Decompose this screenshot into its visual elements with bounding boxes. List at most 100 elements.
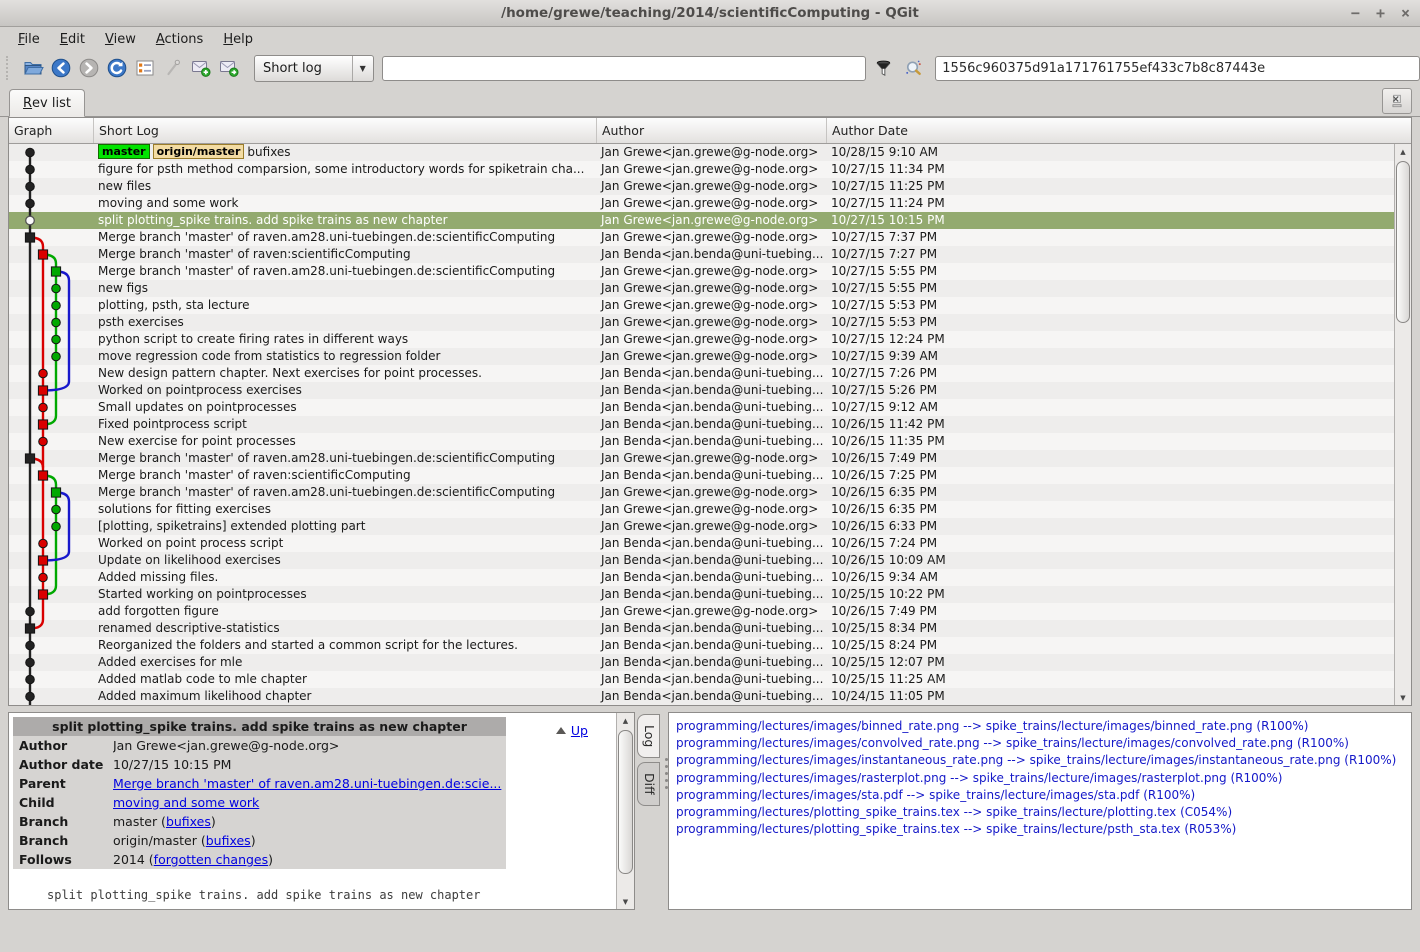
rev-list-row[interactable]: psth exercisesJan Grewe<jan.grewe@g-node… bbox=[9, 314, 1394, 331]
revlist-scrollbar[interactable]: ▲ ▼ bbox=[1394, 144, 1411, 705]
rev-list-row[interactable]: move regression code from statistics to … bbox=[9, 348, 1394, 365]
commit-link[interactable]: bufixes bbox=[206, 833, 251, 848]
back-button[interactable] bbox=[48, 55, 75, 82]
rev-list-row[interactable]: Merge branch 'master' of raven.am28.uni-… bbox=[9, 263, 1394, 280]
forward-button[interactable] bbox=[76, 55, 103, 82]
scroll-down-icon[interactable]: ▼ bbox=[1395, 690, 1411, 705]
column-header-author[interactable]: Author bbox=[597, 118, 827, 143]
reload-button[interactable] bbox=[104, 55, 131, 82]
column-header-short-log[interactable]: Short Log bbox=[94, 118, 597, 143]
file-rename-item[interactable]: programming/lectures/images/instantaneou… bbox=[676, 752, 1411, 769]
commit-message: split plotting_spike trains. add spike t… bbox=[47, 888, 480, 902]
column-header-graph[interactable]: Graph bbox=[9, 118, 94, 143]
commit-link[interactable]: forgotten changes bbox=[154, 852, 268, 867]
minimize-button[interactable]: − bbox=[1351, 6, 1360, 21]
side-tab-diff[interactable]: Diff bbox=[637, 762, 660, 806]
rev-list-row[interactable]: Added maximum likelihood chapterJan Bend… bbox=[9, 688, 1394, 705]
search-input[interactable] bbox=[382, 56, 867, 81]
scroll-up-icon[interactable]: ▲ bbox=[1395, 144, 1411, 159]
short-log-cell: Merge branch 'master' of raven.am28.uni-… bbox=[94, 450, 597, 467]
rev-list-row[interactable]: Merge branch 'master' of raven.am28.uni-… bbox=[9, 450, 1394, 467]
apply-patch-button[interactable] bbox=[188, 55, 215, 82]
rev-list-row[interactable]: Update on likelihood exercisesJan Benda<… bbox=[9, 552, 1394, 569]
rev-list-row[interactable]: Reorganized the folders and started a co… bbox=[9, 637, 1394, 654]
toolbar-drag-handle[interactable] bbox=[6, 56, 14, 80]
highlight-button[interactable] bbox=[900, 55, 926, 81]
rev-list-row[interactable]: New design pattern chapter. Next exercis… bbox=[9, 365, 1394, 382]
menu-file[interactable]: File bbox=[8, 29, 50, 50]
rev-list-row[interactable]: Worked on pointprocess exercisesJan Bend… bbox=[9, 382, 1394, 399]
rev-list-row[interactable]: new figsJan Grewe<jan.grewe@g-node.org>1… bbox=[9, 280, 1394, 297]
rev-list-row[interactable]: Worked on point process scriptJan Benda<… bbox=[9, 535, 1394, 552]
commit-link[interactable]: bufixes bbox=[166, 814, 211, 829]
rev-list-row[interactable]: masterorigin/masterbufixesJan Grewe<jan.… bbox=[9, 144, 1394, 161]
side-tab-log[interactable]: Log bbox=[637, 714, 660, 758]
menu-edit[interactable]: Edit bbox=[50, 29, 95, 50]
close-button[interactable]: × bbox=[1401, 6, 1410, 21]
rev-list-row[interactable]: python script to create firing rates in … bbox=[9, 331, 1394, 348]
rev-list-row[interactable]: Added exercises for mleJan Benda<jan.ben… bbox=[9, 654, 1394, 671]
file-rename-item[interactable]: programming/lectures/plotting_spike_trai… bbox=[676, 821, 1411, 838]
rev-list-row[interactable]: figure for psth method comparsion, some … bbox=[9, 161, 1394, 178]
rev-list-row[interactable]: Merge branch 'master' of raven:scientifi… bbox=[9, 467, 1394, 484]
menu-help[interactable]: Help bbox=[213, 29, 263, 50]
rev-list-row[interactable]: new filesJan Grewe<jan.grewe@g-node.org>… bbox=[9, 178, 1394, 195]
rev-list-row[interactable]: Fixed pointprocess scriptJan Benda<jan.b… bbox=[9, 416, 1394, 433]
rev-list-row[interactable]: Merge branch 'master' of raven:scientifi… bbox=[9, 246, 1394, 263]
rev-list-row[interactable]: Added matlab code to mle chapterJan Bend… bbox=[9, 671, 1394, 688]
file-rename-item[interactable]: programming/lectures/images/rasterplot.p… bbox=[676, 770, 1411, 787]
scrollbar-thumb[interactable] bbox=[1396, 161, 1410, 323]
log-mode-value: Short log bbox=[255, 61, 352, 76]
wand-button[interactable] bbox=[160, 55, 187, 82]
short-log-cell: [plotting, spiketrains] extended plottin… bbox=[94, 518, 597, 535]
up-link-label[interactable]: Up bbox=[571, 723, 588, 738]
commit-link[interactable]: moving and some work bbox=[113, 795, 259, 810]
file-rename-item[interactable]: programming/lectures/images/sta.pdf --> … bbox=[676, 787, 1411, 804]
short-log-text: moving and some work bbox=[98, 196, 238, 210]
rev-list-row[interactable]: Started working on pointprocessesJan Ben… bbox=[9, 586, 1394, 603]
open-repository-button[interactable] bbox=[20, 55, 47, 82]
file-rename-item[interactable]: programming/lectures/images/binned_rate.… bbox=[676, 718, 1411, 735]
log-mode-select[interactable]: Short log ▼ bbox=[254, 55, 374, 82]
tab-corner-button[interactable] bbox=[1382, 88, 1412, 114]
filter-button[interactable] bbox=[870, 55, 896, 81]
rev-list-row[interactable]: Merge branch 'master' of raven.am28.uni-… bbox=[9, 484, 1394, 501]
author-cell: Jan Benda<jan.benda@uni-tuebing... bbox=[597, 399, 827, 416]
rev-list-row[interactable]: New exercise for point processesJan Bend… bbox=[9, 433, 1394, 450]
up-link[interactable]: Up bbox=[556, 723, 588, 738]
scroll-up-icon[interactable]: ▲ bbox=[617, 713, 634, 728]
scroll-down-icon[interactable]: ▼ bbox=[617, 894, 634, 909]
title-bar[interactable]: /home/grewe/teaching/2014/scientificComp… bbox=[0, 0, 1420, 27]
graph-cell bbox=[9, 467, 94, 484]
author-date-cell: 10/27/15 5:26 PM bbox=[827, 382, 1394, 399]
rev-list-row[interactable]: renamed descriptive-statisticsJan Benda<… bbox=[9, 620, 1394, 637]
sha-input[interactable] bbox=[935, 56, 1420, 81]
rev-list-row[interactable]: split plotting_spike trains. add spike t… bbox=[9, 212, 1394, 229]
rev-list-row[interactable]: [plotting, spiketrains] extended plottin… bbox=[9, 518, 1394, 535]
maximize-button[interactable]: + bbox=[1376, 6, 1385, 21]
tree-view-button[interactable] bbox=[132, 55, 159, 82]
commit-link[interactable]: Merge branch 'master' of raven.am28.uni-… bbox=[113, 776, 501, 791]
menu-view[interactable]: View bbox=[95, 29, 146, 50]
rev-list-row[interactable]: solutions for fitting exercisesJan Grewe… bbox=[9, 501, 1394, 518]
author-date-cell: 10/26/15 7:24 PM bbox=[827, 535, 1394, 552]
short-log-text: psth exercises bbox=[98, 315, 184, 329]
format-patch-button[interactable] bbox=[216, 55, 243, 82]
file-rename-item[interactable]: programming/lectures/plotting_spike_trai… bbox=[676, 804, 1411, 821]
detail-scrollbar[interactable]: ▲ ▼ bbox=[616, 713, 634, 909]
author-date-cell: 10/26/15 10:09 AM bbox=[827, 552, 1394, 569]
scrollbar-thumb[interactable] bbox=[618, 730, 633, 874]
short-log-cell: python script to create firing rates in … bbox=[94, 331, 597, 348]
rev-list-row[interactable]: Added missing files.Jan Benda<jan.benda@… bbox=[9, 569, 1394, 586]
tab-rev-list[interactable]: Rev list bbox=[9, 89, 85, 117]
column-header-author-date[interactable]: Author Date bbox=[827, 118, 1411, 143]
rev-list-row[interactable]: Merge branch 'master' of raven.am28.uni-… bbox=[9, 229, 1394, 246]
author-date-cell: 10/28/15 9:10 AM bbox=[827, 144, 1394, 161]
rev-list-row[interactable]: add forgotten figureJan Grewe<jan.grewe@… bbox=[9, 603, 1394, 620]
author-cell: Jan Benda<jan.benda@uni-tuebing... bbox=[597, 654, 827, 671]
rev-list-row[interactable]: Small updates on pointprocessesJan Benda… bbox=[9, 399, 1394, 416]
rev-list-row[interactable]: moving and some workJan Grewe<jan.grewe@… bbox=[9, 195, 1394, 212]
menu-actions[interactable]: Actions bbox=[146, 29, 214, 50]
rev-list-row[interactable]: plotting, psth, sta lectureJan Grewe<jan… bbox=[9, 297, 1394, 314]
file-rename-item[interactable]: programming/lectures/images/convolved_ra… bbox=[676, 735, 1411, 752]
